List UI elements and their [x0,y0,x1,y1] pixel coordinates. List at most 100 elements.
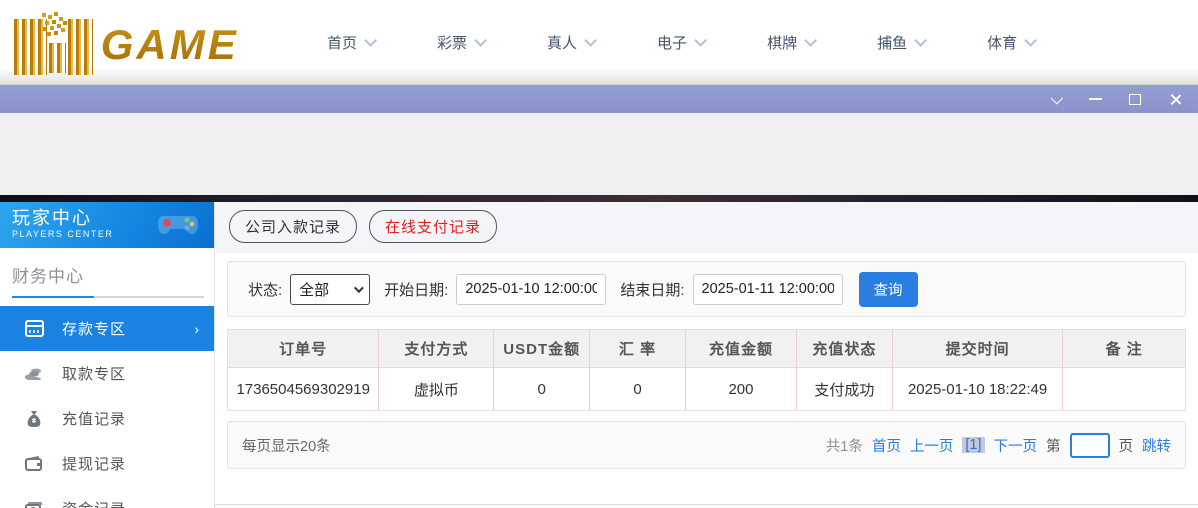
table-cell: 0 [493,367,590,411]
table-header-cell: 备 注 [1062,329,1186,368]
records-table: 订单号 支付方式 USDT金额汇 率充值金额 充值状态 提交时间备 注 17365045… [227,329,1186,411]
nav-item-label: 彩票 [437,35,468,52]
table-cell [1062,367,1186,411]
nav-item-label: 电子 [657,35,688,52]
window-titlebar [0,85,1198,113]
nav-item-2[interactable]: 真人 [547,32,598,53]
table-row: 1736504569302919 虚拟币 0 0 200 支付成功 2025-01-10 1… [227,367,1186,411]
table-cell: 1736504569302919 [227,367,379,411]
tab-1[interactable]: 在线支付记录 [369,210,498,243]
table-header-cell: 汇 率 [589,329,686,368]
table-cell: 2025-01-10 18:22:49 [891,367,1063,411]
players-center-banner: 玩家中心 PLAYERS CENTER [0,202,214,248]
sidebar-item-4[interactable]: 资金记录 [0,486,214,508]
start-date-label: 开始日期: [384,281,449,299]
chevron-down-icon [354,282,365,293]
record-tabs: 公司入款记录 在线支付记录 [215,202,1198,253]
withdraw-hand-icon [24,364,44,384]
table-header-cell: 订单号 [227,329,379,368]
sidebar-item-label: 取款专区 [62,366,127,383]
empty-gray-zone [0,113,1198,195]
chevron-down-icon [804,34,818,47]
nav-item-1[interactable]: 彩票 [437,32,488,53]
sidebar-menu: 存款专区 › 取款专区充值记录提现记录资金记录 [0,306,214,508]
sidebar-item-0[interactable]: 存款专区 › [0,306,214,351]
chevron-down-icon [584,34,598,47]
table-header-cell: 充值状态 [796,329,893,368]
table-cell: 0 [589,367,686,411]
nav-item-label: 首页 [327,35,358,52]
window-maximize-icon[interactable] [1122,88,1148,110]
chevron-down-icon [1024,34,1038,47]
dark-divider-strip [0,195,1198,202]
sidebar-item-2[interactable]: 充值记录 [0,396,214,441]
table-header-cell: 充值金额 [684,329,797,368]
chevron-down-icon [364,34,378,47]
tab-0[interactable]: 公司入款记录 [229,210,358,243]
logo-dots-decoration [42,12,46,17]
finance-center-section: 财务中心 [0,248,214,298]
logo-text: H GAME [101,0,279,75]
logo-bars-left [14,18,47,75]
sidebar-item-3[interactable]: 提现记录 [0,441,214,486]
funds-icon [24,499,44,508]
main-nav: 首页 彩票 真人 电子 棋牌 捕鱼 体育 [327,32,1038,53]
hh-game-logo[interactable]: H GAME [14,0,279,75]
page-size-text: 每页显示20条 [242,438,331,455]
table-cell: 200 [684,367,797,411]
gamepad-icon [158,216,198,234]
next-page-link[interactable]: 下一页 [994,435,1038,456]
jump-prefix-label: 第 [1046,438,1061,455]
first-page-link[interactable]: 首页 [872,435,901,456]
nav-item-label: 捕鱼 [877,35,908,52]
wallet-icon [24,454,44,474]
filter-panel: 状态: 全部 开始日期: 结束日期: 查询 [227,261,1186,317]
table-header-cell: 支付方式 [378,329,494,368]
page-jump-input[interactable] [1069,432,1110,458]
table-header-cell: 提交时间 [891,329,1063,368]
total-count-text: 共1条 [825,438,863,455]
table-header-cell: USDT金额 [493,329,590,368]
nav-item-4[interactable]: 棋牌 [767,32,818,53]
main-content: 公司入款记录在线支付记录 状态: 全部 开始日期: 结束日期: 查询 订单号支付… [215,202,1198,508]
sidebar-item-label: 资金记录 [62,498,126,508]
section-underline [12,296,204,298]
search-button[interactable]: 查询 [858,271,918,307]
jump-button[interactable]: 跳转 [1142,435,1171,456]
prev-page-link[interactable]: 上一页 [910,435,954,456]
finance-center-label: 财务中心 [12,267,84,286]
jump-suffix-label: 页 [1118,438,1134,455]
deposit-card-icon [24,319,44,339]
status-label: 状态: [248,281,283,299]
table-cell: 支付成功 [796,367,893,411]
top-header: H GAME 首页 彩票 真人 电子 棋牌 捕鱼 体育 [0,0,1198,85]
end-date-input[interactable] [692,273,843,305]
logo-bars-middle [48,42,66,73]
start-date-input[interactable] [456,273,607,305]
nav-item-label: 棋牌 [767,35,798,52]
pagination-bar: 每页显示20条 共1条 首页 上一页 [1] 下一页 第 页 跳转 [227,421,1186,469]
status-select-value: 全部 [299,281,330,299]
window-dropdown-icon[interactable] [1042,88,1068,110]
sidebar-item-1[interactable]: 取款专区 [0,351,214,396]
sidebar-item-label: 提现记录 [62,456,127,473]
chevron-right-icon: › [194,320,200,337]
table-header-row: 订单号 支付方式 USDT金额汇 率充值金额 充值状态 提交时间备 注 [227,329,1186,368]
logo-bars-right [67,18,93,75]
moneybag-icon [24,409,44,429]
window-close-icon[interactable] [1162,88,1188,110]
nav-item-6[interactable]: 体育 [987,32,1038,53]
chevron-down-icon [694,34,708,47]
nav-item-label: 体育 [987,35,1018,52]
window-minimize-icon[interactable] [1082,88,1108,110]
sidebar-item-label: 存款专区 [62,321,127,338]
status-select[interactable]: 全部 [290,273,371,305]
sidebar: 玩家中心 PLAYERS CENTER 财务中心 存款专区 › 取款专区充值记录提现… [0,202,215,508]
nav-item-3[interactable]: 电子 [657,32,708,53]
nav-item-5[interactable]: 捕鱼 [877,32,928,53]
current-page-indicator[interactable]: [1] [962,437,985,453]
chevron-down-icon [474,34,488,47]
nav-item-0[interactable]: 首页 [327,32,378,53]
bottom-divider-line [215,504,1198,505]
table-cell: 虚拟币 [378,367,494,411]
